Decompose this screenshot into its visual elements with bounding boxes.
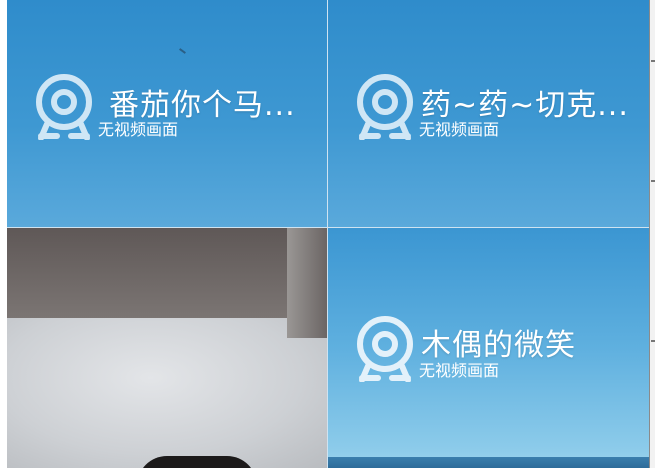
video-tile-3[interactable] xyxy=(7,228,327,468)
grid-divider-horizontal xyxy=(7,227,649,228)
video-frame-corner xyxy=(287,228,327,338)
strip-tick xyxy=(651,180,655,182)
no-video-label: 无视频画面 xyxy=(419,361,500,380)
video-frame-ceiling xyxy=(7,228,327,318)
webcam-icon xyxy=(354,316,416,383)
strip-tick xyxy=(651,340,655,342)
video-tile-4[interactable]: 木偶的微笑 无视频画面 xyxy=(328,228,649,468)
sky-speck xyxy=(179,48,186,54)
video-tile-2[interactable]: 药~药~切克... 无视频画面 xyxy=(328,0,649,227)
no-video-label: 无视频画面 xyxy=(419,120,500,139)
no-video-label: 无视频画面 xyxy=(98,120,179,139)
sea-horizon xyxy=(328,457,649,468)
webcam-icon xyxy=(354,74,416,141)
right-edge-strip xyxy=(649,0,655,468)
video-frame-head xyxy=(137,456,257,468)
video-tile-1[interactable]: 番茄你个马... 无视频画面 xyxy=(7,0,327,227)
webcam-icon xyxy=(33,74,95,141)
video-frame-wall xyxy=(7,318,327,468)
grid-divider-vertical xyxy=(327,0,328,468)
video-grid: 番茄你个马... 无视频画面 药~药~切克... 无视频画面 木偶的微笑 无视频… xyxy=(7,0,649,468)
strip-tick xyxy=(651,60,655,62)
